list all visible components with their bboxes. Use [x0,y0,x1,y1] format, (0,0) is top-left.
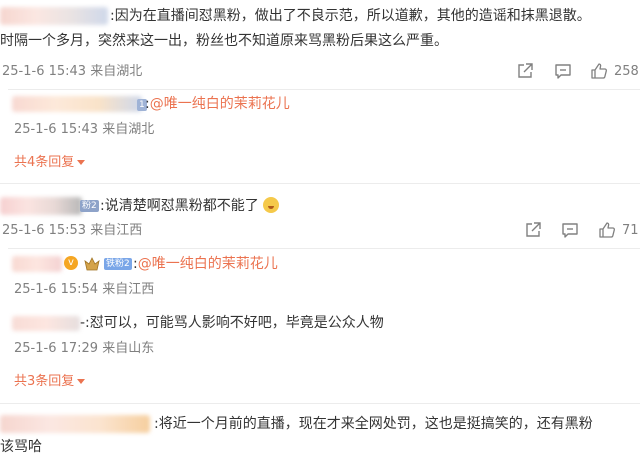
username-blurred[interactable] [0,197,82,215]
username-blurred[interactable] [12,316,80,331]
share-button[interactable] [524,221,542,239]
caret-down-icon [77,379,86,384]
reply-timestamp: 25-1-6 17:29 来自山东 [14,341,155,356]
username-blurred[interactable] [0,415,150,433]
comment-text-line1: :因为在直播间怼黑粉，做出了不良示范，所以道歉，其他的造谣和抹黑退散。 [110,8,591,24]
reply-timestamp: 25-1-6 15:43 来自湖北 [14,122,155,137]
caret-down-icon [77,160,86,165]
more-replies-label: 共3条回复 [14,374,75,389]
share-icon [524,221,542,239]
comment-text-body: :说清楚啊怼黑粉都不能了 [100,198,259,214]
user-mention-link[interactable]: @唯一纯白的茉莉花儿 [138,256,278,272]
username-blurred[interactable] [12,96,142,112]
reply-timestamp: 25-1-6 15:54 来自江西 [14,282,155,297]
share-icon [516,62,534,80]
thumbs-up-icon [590,62,608,80]
crown-icon [84,256,100,271]
user-mention-link[interactable]: @唯一纯白的茉莉花儿 [150,96,290,112]
comment-text-line2: 该骂哈 [0,439,42,455]
reply-text: :@唯一纯白的茉莉花儿 [133,253,278,275]
iron-fan-badge: 铁粉2 [104,258,132,270]
more-replies-link[interactable]: 共3条回复 [14,373,86,391]
like-count: 71 [622,222,639,238]
comment-text-line1: :将近一个月前的直播，现在才来全网处罚，这也是挺搞笑的，还有黑粉 [154,416,593,432]
weary-face-emoji-icon [263,197,280,213]
share-button[interactable] [516,62,534,80]
thumbs-up-icon [598,221,616,239]
verified-icon: v [64,256,78,270]
like-button[interactable]: 258 [590,62,639,80]
comment-timestamp: 25-1-6 15:53 来自江西 [2,223,143,238]
fan-badge: 粉2 [80,200,99,212]
more-replies-link[interactable]: 共4条回复 [14,154,86,172]
username-blurred[interactable] [0,7,108,25]
comment-icon [554,62,572,80]
divider [0,183,640,184]
like-count: 258 [614,63,639,79]
reply-text: -:怼可以，可能骂人影响不好吧，毕竟是公众人物 [80,315,384,331]
comment-timestamp: 25-1-6 15:43 来自湖北 [2,64,143,79]
comment-button[interactable] [561,221,579,239]
comment-text-line2: 时隔一个多月，突然来这一出，粉丝也不知道原来骂黑粉后果这么严重。 [0,33,448,49]
username-blurred[interactable] [12,256,62,272]
comment-button[interactable] [554,62,572,80]
divider [0,403,640,404]
more-replies-label: 共4条回复 [14,155,75,170]
comment-text: :说清楚啊怼黑粉都不能了 [100,195,280,217]
like-button[interactable]: 71 [598,221,639,239]
comment-icon [561,221,579,239]
reply-text: :@唯一纯白的茉莉花儿 [145,93,290,115]
